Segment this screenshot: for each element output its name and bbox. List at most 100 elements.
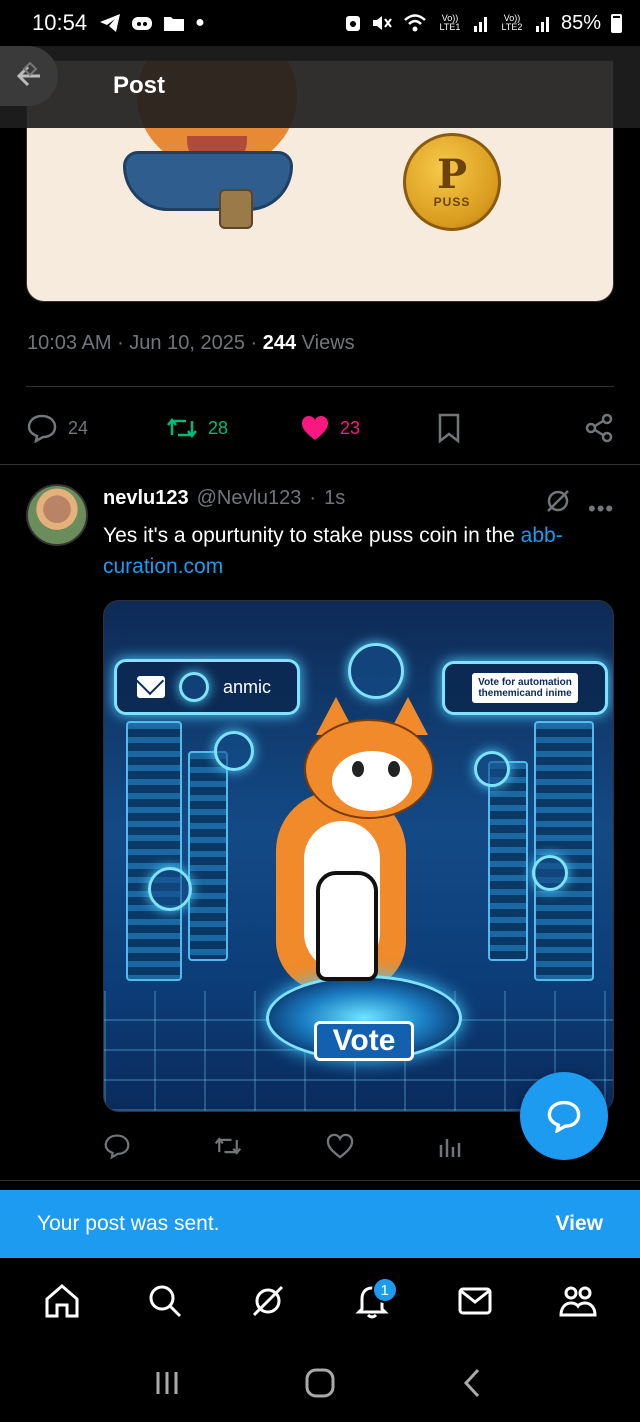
status-time: 10:54 xyxy=(32,10,88,35)
server-rack xyxy=(188,751,228,961)
signal2-icon xyxy=(535,17,549,32)
status-bar: 10:54 ● Vo)) LTE1 Vo)) LTE2 85% xyxy=(0,0,640,46)
comment-icon xyxy=(27,414,57,443)
page-title: Post xyxy=(113,72,166,99)
crypto-icon xyxy=(474,751,510,787)
communities-icon xyxy=(559,1286,597,1317)
toast-notification: Your post was sent. View xyxy=(0,1190,640,1258)
bookmark-button[interactable] xyxy=(436,412,566,444)
divider xyxy=(26,386,614,387)
hologram-panel-right: Vote for automation thememicand inime xyxy=(442,661,608,715)
repost-icon xyxy=(167,417,197,439)
battery-icon xyxy=(611,13,622,33)
reply-author-name[interactable]: nevlu123 xyxy=(103,487,189,510)
server-rack xyxy=(126,721,182,981)
signal1-icon xyxy=(473,17,487,32)
toast-view-button[interactable]: View xyxy=(556,1212,603,1236)
tab-communities[interactable] xyxy=(548,1271,608,1331)
crypto-icon xyxy=(532,855,568,891)
back-button[interactable] xyxy=(0,46,58,106)
heart-icon[interactable] xyxy=(326,1133,354,1159)
panel-right-line2: thememicand inime xyxy=(478,688,572,699)
reply-body: Yes it's a opurtunity to stake puss coin… xyxy=(103,524,521,547)
puss-coin: P PUSS xyxy=(403,133,501,231)
dot-icon: ● xyxy=(195,14,205,31)
back-nav-icon[interactable] xyxy=(456,1366,490,1400)
reply-author-handle[interactable]: @Nevlu123 xyxy=(197,487,302,510)
panel-left-text: anmic xyxy=(223,676,272,697)
repost-button[interactable]: 28 xyxy=(166,415,300,441)
vote-label: Vote xyxy=(314,1021,414,1061)
divider xyxy=(0,464,640,465)
server-rack xyxy=(534,721,594,981)
cat-eye xyxy=(388,761,400,777)
views-count[interactable]: 244 xyxy=(263,332,296,354)
post-meta: 10:03 AM · Jun 10, 2025 · 244 Views xyxy=(27,332,355,354)
like-count: 23 xyxy=(340,417,361,438)
repost-count: 28 xyxy=(208,417,229,438)
coin-text: PUSS xyxy=(433,195,471,209)
home-button-icon[interactable] xyxy=(303,1366,337,1400)
sim2-label: Vo)) LTE2 xyxy=(501,13,523,32)
coin-symbol: P xyxy=(436,151,468,198)
reply-button[interactable]: 24 xyxy=(26,413,166,443)
tab-home[interactable] xyxy=(32,1271,92,1331)
chat-bubble-icon xyxy=(547,1100,581,1133)
home-icon xyxy=(45,1284,79,1318)
reply-count: 24 xyxy=(68,417,89,438)
avatar[interactable] xyxy=(26,484,88,546)
like-button[interactable]: 23 xyxy=(300,414,436,442)
tab-search[interactable] xyxy=(135,1271,195,1331)
separator-dot: · xyxy=(309,487,317,509)
bookmark-icon xyxy=(438,413,460,444)
post-date: Jun 10, 2025 xyxy=(129,332,245,354)
cat-face xyxy=(332,751,412,811)
analytics-icon[interactable] xyxy=(437,1133,463,1159)
grok-icon[interactable] xyxy=(543,486,573,516)
telegram-icon xyxy=(100,14,121,32)
tab-messages[interactable] xyxy=(445,1271,505,1331)
pointer-hand-icon xyxy=(316,871,378,981)
server-rack xyxy=(488,761,528,961)
post-time: 10:03 AM xyxy=(27,332,112,354)
hologram-panel-left: anmic xyxy=(114,659,300,715)
repost-icon[interactable] xyxy=(214,1134,242,1158)
mail-icon xyxy=(137,676,165,698)
share-icon xyxy=(585,413,613,443)
folder-icon xyxy=(164,17,185,31)
info-icon xyxy=(214,731,254,771)
notification-badge: 1 xyxy=(371,1277,398,1303)
tab-notifications[interactable]: 1 xyxy=(342,1271,402,1331)
post-actions: 24 28 23 xyxy=(26,408,614,448)
battery-percent: 85% xyxy=(560,11,601,34)
toast-message: Your post was sent. xyxy=(37,1212,220,1235)
reply-text: Yes it's a opurtunity to stake puss coin… xyxy=(103,520,618,582)
reply-image[interactable]: anmic Vote for automation thememicand in… xyxy=(103,600,614,1112)
share-button[interactable] xyxy=(584,413,614,443)
search-icon xyxy=(149,1285,182,1318)
grok-icon xyxy=(253,1285,284,1317)
recent-apps-icon[interactable] xyxy=(150,1366,184,1400)
system-nav xyxy=(0,1344,640,1422)
bottom-nav: 1 xyxy=(0,1258,640,1344)
alert-icon xyxy=(148,867,192,911)
collar-tag xyxy=(219,189,253,229)
mute-icon xyxy=(372,16,392,30)
discord-icon xyxy=(132,17,153,30)
tab-grok[interactable] xyxy=(238,1271,298,1331)
post-header: Post xyxy=(0,46,640,128)
reply-actions xyxy=(103,1128,503,1164)
cat-eye xyxy=(352,761,364,777)
more-icon[interactable]: ••• xyxy=(588,496,614,522)
compose-reply-button[interactable] xyxy=(520,1072,608,1160)
messages-icon xyxy=(458,1287,492,1315)
sim1-label: Vo)) LTE1 xyxy=(439,13,461,32)
views-label: Views xyxy=(301,332,355,354)
divider xyxy=(0,1180,640,1181)
recycle-icon xyxy=(345,16,360,31)
reply-header: nevlu123 @Nevlu123 · 1s xyxy=(103,487,345,510)
crypto-icon xyxy=(179,672,209,702)
wifi-icon xyxy=(404,14,426,32)
comment-icon[interactable] xyxy=(103,1133,131,1159)
heart-filled-icon xyxy=(302,416,328,440)
